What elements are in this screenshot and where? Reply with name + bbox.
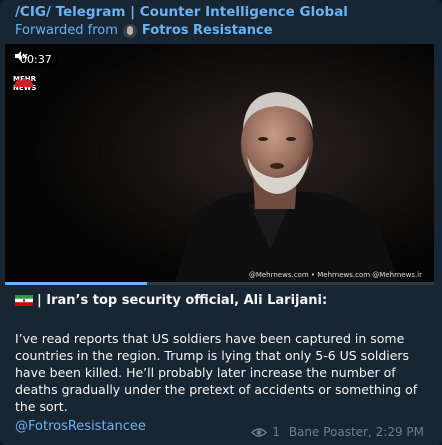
mehr-logo-mark-icon	[14, 78, 34, 87]
iran-flag-icon	[15, 295, 33, 306]
mute-icon[interactable]	[14, 50, 28, 62]
video-watermark: @Mehrnews.com • Mehrnews.com @Mehrnews.i…	[248, 271, 422, 279]
channel-link[interactable]: @FotrosResistancee	[15, 419, 146, 434]
post-author: Bane Poaster,	[288, 425, 372, 439]
view-count: 1	[272, 425, 280, 439]
message-meta: 1 Bane Poaster, 2:29 PM	[251, 425, 424, 439]
forwarded-label: Forwarded from	[15, 23, 118, 38]
headline-text: | Iran’s top security official, Ali Lari…	[37, 293, 328, 308]
video-frame	[5, 44, 434, 282]
post-time: 2:29 PM	[375, 425, 424, 439]
post-body: I’ve read reports that US soldiers have …	[15, 331, 418, 414]
post-headline: | Iran’s top security official, Ali Lari…	[15, 293, 430, 308]
video-progress-bar[interactable]	[5, 282, 434, 285]
eye-icon	[251, 427, 268, 437]
video-player[interactable]: 00:37 MEHR NEWS @Mehrnews.com • Mehrnews…	[5, 44, 434, 282]
video-progress-fill	[5, 282, 147, 285]
forwarded-source-name[interactable]: Fotros Resistance	[142, 23, 273, 38]
forwarded-from[interactable]: Forwarded from Fotros Resistance	[15, 23, 273, 38]
video-duration-badge: 00:37	[14, 50, 58, 68]
message-bubble: /CIG/ Telegram | Counter Intelligence Gl…	[0, 0, 442, 445]
mehr-news-logo: MEHR NEWS	[13, 74, 41, 92]
source-avatar	[122, 23, 137, 38]
channel-title[interactable]: /CIG/ Telegram | Counter Intelligence Gl…	[15, 4, 348, 20]
